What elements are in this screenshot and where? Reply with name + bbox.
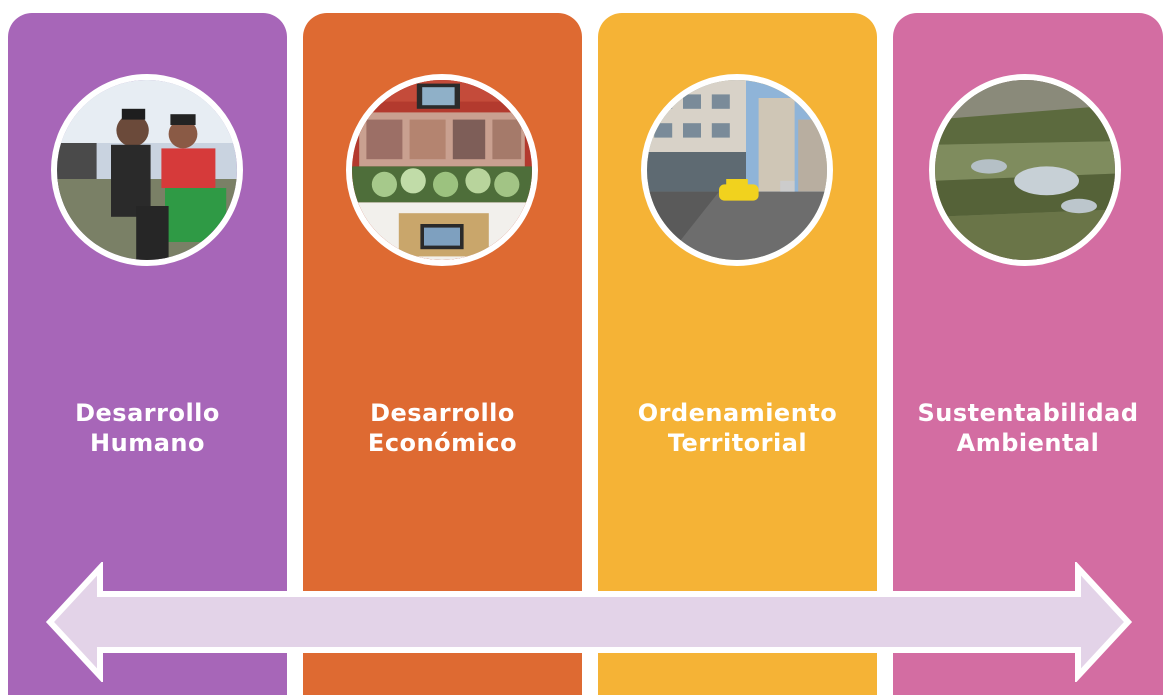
pillar-title: Sustentabilidad Ambiental (893, 398, 1163, 458)
pillar-title: Ordenamiento Territorial (598, 398, 877, 458)
diagram-canvas: Desarrollo Humano Desarrollo Económico O… (0, 0, 1163, 695)
double-arrow-shape (45, 562, 1133, 682)
people-photo (51, 74, 243, 266)
pillar-title-line1: Desarrollo (370, 399, 515, 427)
pillar-title-line1: Desarrollo (75, 399, 220, 427)
pillar-title-line2: Económico (367, 429, 518, 457)
city-street-photo (641, 74, 833, 266)
pillar-title-line1: Sustentabilidad (917, 399, 1139, 427)
pillar-title-line2: Humano (90, 429, 205, 457)
pillar-title: Desarrollo Humano (8, 398, 287, 458)
pillar-title-line2: Territorial (667, 429, 808, 457)
pillar-title: Desarrollo Económico (303, 398, 582, 458)
market-produce-photo (346, 74, 538, 266)
landscape-photo (929, 74, 1121, 266)
pillar-title-line2: Ambiental (956, 429, 1100, 457)
bidirectional-arrow (45, 562, 1133, 682)
pillar-title-line1: Ordenamiento (637, 399, 838, 427)
